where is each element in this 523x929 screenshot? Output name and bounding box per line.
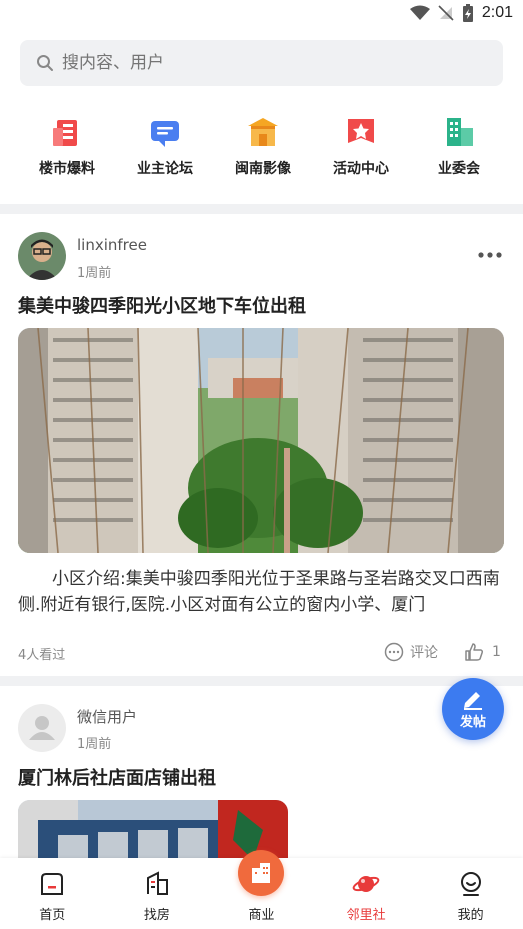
tab-home[interactable]: 首页	[0, 858, 105, 929]
quick-nav-label: 活动中心	[333, 161, 389, 177]
tab-label: 商业	[248, 908, 275, 923]
status-time: 2:01	[481, 4, 513, 21]
comment-label: 评论	[410, 645, 438, 661]
search-bar[interactable]	[20, 40, 503, 86]
home-icon	[41, 873, 64, 895]
tab-label: 我的	[457, 908, 484, 923]
building-search-icon	[146, 871, 168, 895]
commerce-bubble	[238, 850, 285, 896]
post-image[interactable]	[18, 800, 288, 858]
tab-label: 邻里社	[346, 908, 386, 923]
bottom-tab-bar: 首页 找房 商业 邻里社 我的	[0, 850, 523, 929]
avatar[interactable]	[18, 232, 66, 280]
storefront-photo	[18, 800, 288, 858]
post-title[interactable]: 厦门林后社店面店铺出租	[18, 764, 216, 790]
planet-icon	[352, 876, 380, 892]
commerce-building-icon	[252, 863, 271, 883]
author-name[interactable]: linxinfree	[77, 236, 147, 254]
status-icons: 2:01	[409, 4, 513, 22]
temple-icon	[248, 118, 278, 146]
quick-nav-label: 业委会	[438, 161, 480, 177]
profile-icon	[460, 872, 481, 896]
star-flag-icon	[348, 119, 374, 143]
comment-icon	[384, 642, 404, 662]
view-count: 4人看过	[18, 648, 66, 663]
no-signal-icon	[438, 5, 454, 21]
post-image[interactable]	[18, 328, 504, 553]
chat-bubble-icon	[151, 121, 179, 147]
quick-nav-label: 楼市爆料	[39, 161, 95, 177]
tab-label: 找房	[143, 908, 170, 923]
tab-commerce[interactable]: 商业	[209, 850, 314, 929]
tab-profile[interactable]: 我的	[418, 858, 523, 929]
default-user-icon	[29, 716, 55, 740]
section-divider	[0, 676, 523, 686]
like-button[interactable]: 1	[464, 642, 501, 662]
residential-towers-photo	[18, 328, 504, 553]
search-icon	[37, 55, 53, 71]
create-post-label: 发帖	[459, 715, 486, 730]
post-time: 1周前	[77, 266, 112, 281]
tab-neighborhood[interactable]: 邻里社	[314, 858, 419, 929]
quick-nav-activity-center[interactable]: 活动中心	[312, 114, 410, 178]
quick-nav-label: 业主论坛	[137, 161, 193, 177]
author-name[interactable]: 微信用户	[77, 706, 137, 727]
post-card[interactable]: linxinfree 1周前 集美中骏四季阳光小区地下车位出租 小区介绍:集美中…	[0, 214, 523, 674]
quick-nav-owners-committee[interactable]: 业委会	[410, 114, 508, 178]
battery-charging-icon	[462, 4, 473, 22]
thumbs-up-icon	[465, 643, 484, 661]
create-post-button[interactable]: 发帖	[442, 678, 504, 740]
comment-button[interactable]: 评论	[384, 642, 438, 662]
tab-find-house[interactable]: 找房	[105, 858, 210, 929]
user-photo-icon	[18, 232, 66, 280]
tab-label: 首页	[39, 908, 66, 923]
section-divider	[0, 204, 523, 214]
quick-nav: 楼市爆料 业主论坛 闽南影像 活动中心 业委会	[18, 114, 508, 178]
post-title[interactable]: 集美中骏四季阳光小区地下车位出租	[18, 292, 306, 318]
search-input[interactable]	[62, 53, 482, 73]
quick-nav-minnan-gallery[interactable]: 闽南影像	[214, 114, 312, 178]
post-time: 1周前	[77, 737, 112, 752]
wifi-icon	[409, 5, 430, 20]
status-bar: 2:01	[0, 0, 523, 30]
quick-nav-owner-forum[interactable]: 业主论坛	[116, 114, 214, 178]
like-count: 1	[492, 644, 501, 660]
more-options-icon[interactable]	[477, 240, 503, 265]
pencil-icon	[464, 692, 482, 710]
post-excerpt[interactable]: 小区介绍:集美中骏四季阳光位于圣果路与圣岩路交叉口西南侧.附近有银行,医院.小区…	[18, 566, 508, 618]
building-news-icon	[53, 120, 77, 146]
office-building-icon	[447, 118, 473, 146]
quick-nav-building-news[interactable]: 楼市爆料	[18, 114, 116, 178]
avatar[interactable]	[18, 704, 66, 752]
quick-nav-label: 闽南影像	[235, 161, 291, 177]
